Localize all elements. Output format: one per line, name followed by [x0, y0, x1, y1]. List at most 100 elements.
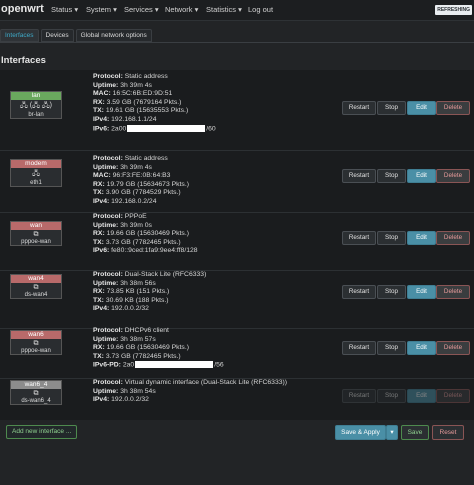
- add-interface-button[interactable]: Add new interface ...: [6, 425, 78, 439]
- tab-global-network-options[interactable]: Global network options: [75, 29, 152, 42]
- status-value: 3h 38m 57s: [120, 335, 156, 343]
- redacted-block: [127, 124, 206, 132]
- status-value: 192.168.0.2/24: [111, 197, 157, 205]
- status-line: Uptime: 3h 39m 4s: [93, 164, 189, 173]
- interface-badge: wan6_4 ⧉ ds-wan6_4: [10, 380, 62, 405]
- stop-button[interactable]: Stop: [377, 285, 406, 299]
- status-line: RX: 3.59 GB (7679164 Pkts.): [93, 99, 216, 108]
- status-line: Protocol: Static address: [93, 155, 189, 164]
- menu-statistics[interactable]: Statistics ▾: [206, 5, 242, 14]
- status-value: 3h 38m 54s: [120, 387, 156, 395]
- status-value: 19.66 GB (15630469 Pkts.): [106, 344, 189, 352]
- tab-devices[interactable]: Devices: [40, 29, 74, 42]
- restart-button[interactable]: Restart: [342, 341, 376, 355]
- edit-button[interactable]: Edit: [407, 285, 436, 299]
- status-line: RX: 19.79 GB (15634673 Pkts.): [93, 181, 189, 190]
- status-value: 19.61 GB (15635553 Pkts.): [105, 107, 189, 115]
- status-line: Protocol: Static address: [93, 73, 216, 82]
- stop-button[interactable]: Stop: [377, 389, 406, 403]
- status-label: IPv4:: [93, 115, 110, 123]
- save-apply-button[interactable]: Save & Apply: [335, 425, 386, 440]
- interface-name: lan: [11, 92, 61, 100]
- edit-button[interactable]: Edit: [407, 169, 436, 183]
- interface-badge: wan ⧉ pppoe-wan: [10, 221, 62, 246]
- status-value: 16:5C:6B:ED:9D:51: [112, 90, 173, 98]
- menu-network[interactable]: Network ▾: [165, 5, 198, 14]
- edit-button[interactable]: Edit: [407, 341, 436, 355]
- menu-status[interactable]: Status ▾: [51, 5, 78, 14]
- status-value-suffix: /60: [206, 124, 216, 132]
- status-label: Uptime:: [93, 279, 119, 287]
- status-label: IPv6:: [93, 247, 110, 255]
- delete-button[interactable]: Delete: [436, 101, 470, 115]
- status-label: Protocol:: [93, 379, 123, 386]
- save-apply-dropdown-button[interactable]: ▾: [386, 425, 398, 440]
- refresh-indicator[interactable]: REFRESHING: [435, 5, 472, 15]
- interface-device: eth1: [30, 180, 42, 186]
- menu-logout[interactable]: Log out: [248, 5, 273, 14]
- delete-button[interactable]: Delete: [436, 169, 470, 183]
- status-value: Static address: [124, 73, 168, 80]
- edit-button[interactable]: Edit: [407, 101, 436, 115]
- status-value: DHCPv6 client: [124, 327, 169, 334]
- status-value: fe80::9ced:1fa9:9ee4:ff8/128: [111, 247, 198, 255]
- interface-status: Protocol: Virtual dynamic interface (Dua…: [93, 379, 287, 405]
- interface-device: ds-wan4: [24, 292, 48, 298]
- interface-status: Protocol: Static address Uptime: 3h 39m 4…: [93, 73, 216, 133]
- interface-badge: wan4 ⧉ ds-wan4: [10, 274, 62, 299]
- status-value: 3h 38m 56s: [120, 279, 156, 287]
- status-value: 3.59 GB (7679164 Pkts.): [106, 98, 182, 106]
- tab-bar: Interfaces Devices Global network option…: [0, 29, 152, 42]
- status-line: Protocol: Dual-Stack Lite (RFC6333): [93, 271, 206, 280]
- network-port-icon: 🖧 (🖧 🖧): [20, 102, 52, 109]
- interface-device: ds-wan6_4: [21, 398, 51, 404]
- stop-button[interactable]: Stop: [377, 169, 406, 183]
- status-value: 192.168.1.1/24: [111, 115, 157, 123]
- edit-button[interactable]: Edit: [407, 389, 436, 403]
- status-label: Protocol:: [93, 213, 123, 220]
- restart-button[interactable]: Restart: [342, 169, 376, 183]
- save-button[interactable]: Save: [401, 425, 429, 440]
- interface-badge: modem 🖧 eth1: [10, 159, 62, 187]
- edit-button[interactable]: Edit: [407, 231, 436, 245]
- status-value: 19.79 GB (15634673 Pkts.): [106, 180, 189, 188]
- status-label: TX:: [93, 238, 104, 246]
- network-port-icon: ⧉: [33, 231, 39, 238]
- status-line: IPv4: 192.0.0.2/32: [93, 305, 206, 314]
- status-label: Uptime:: [93, 335, 119, 343]
- status-label: RX:: [93, 180, 105, 188]
- tab-interfaces[interactable]: Interfaces: [0, 29, 39, 42]
- delete-button[interactable]: Delete: [436, 389, 470, 403]
- network-port-icon: ⧉: [33, 284, 39, 291]
- restart-button[interactable]: Restart: [342, 285, 376, 299]
- stop-button[interactable]: Stop: [377, 231, 406, 245]
- stop-button[interactable]: Stop: [377, 341, 406, 355]
- interfaces-table: lan 🖧 (🖧 🖧) br-lan Protocol: Static address…: [0, 70, 474, 420]
- brand-logo[interactable]: openwrt: [1, 3, 44, 15]
- status-line: TX: 30.69 KB (188 Pkts.): [93, 297, 206, 306]
- status-value: 2a0: [122, 361, 135, 369]
- delete-button[interactable]: Delete: [436, 341, 470, 355]
- status-line: IPv6: fe80::9ced:1fa9:9ee4:ff8/128: [93, 247, 198, 256]
- interface-name: modem: [11, 160, 61, 168]
- status-line: Uptime: 3h 39m 0s: [93, 222, 198, 231]
- restart-button[interactable]: Restart: [342, 389, 376, 403]
- status-label: Uptime:: [93, 221, 119, 229]
- restart-button[interactable]: Restart: [342, 101, 376, 115]
- status-line: IPv6: 2a00/60: [93, 124, 216, 134]
- interface-badge: wan6 ⧉ pppoe-wan: [10, 330, 62, 355]
- delete-button[interactable]: Delete: [436, 285, 470, 299]
- status-value: 3h 39m 4s: [120, 81, 152, 89]
- status-label: IPv6:: [93, 124, 110, 132]
- restart-button[interactable]: Restart: [342, 231, 376, 245]
- stop-button[interactable]: Stop: [377, 101, 406, 115]
- reset-button[interactable]: Reset: [432, 425, 464, 440]
- status-line: RX: 19.66 GB (15630469 Pkts.): [93, 344, 224, 353]
- menu-system[interactable]: System ▾: [86, 5, 117, 14]
- interface-badge: lan 🖧 (🖧 🖧) br-lan: [10, 91, 62, 119]
- menu-services[interactable]: Services ▾: [124, 5, 159, 14]
- status-label: Uptime:: [93, 163, 119, 171]
- delete-button[interactable]: Delete: [436, 231, 470, 245]
- status-label: Uptime:: [93, 387, 119, 395]
- status-value: 96:F3:FE:0B:64:B3: [112, 172, 171, 180]
